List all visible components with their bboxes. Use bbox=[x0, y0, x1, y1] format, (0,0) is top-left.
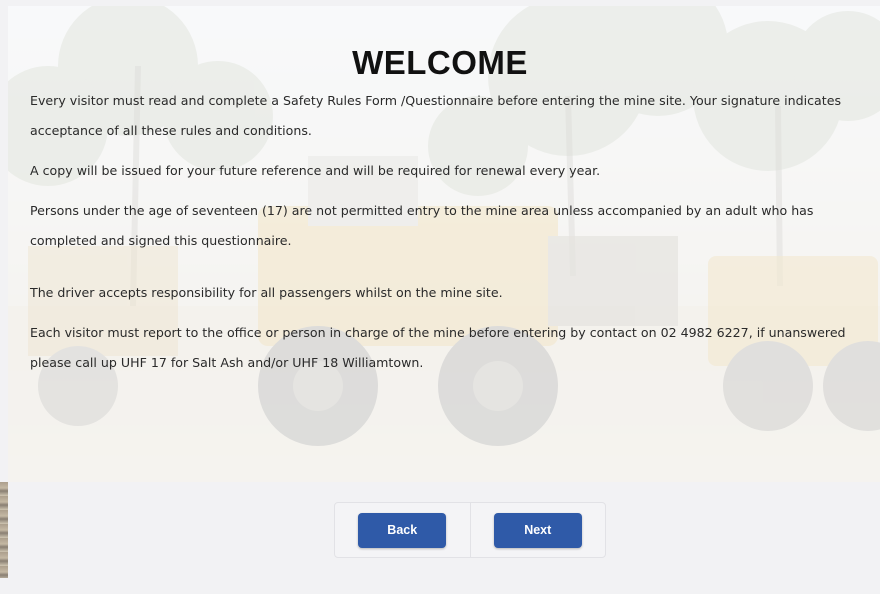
paragraph-driver-responsibility: The driver accepts responsibility for al… bbox=[30, 285, 503, 300]
paragraph-safety-form: Every visitor must read and complete a S… bbox=[30, 93, 842, 138]
navigation-button-group: Back Next bbox=[334, 502, 606, 558]
navigation-footer: Back Next bbox=[8, 482, 880, 594]
back-button-cell: Back bbox=[335, 503, 470, 557]
paragraph-age-restriction: Persons under the age of seventeen (17) … bbox=[30, 203, 814, 248]
paragraph-contact-info: Each visitor must report to the office o… bbox=[30, 325, 846, 370]
next-button[interactable]: Next bbox=[493, 512, 582, 548]
back-button[interactable]: Back bbox=[358, 512, 447, 548]
welcome-page: WELCOME Every visitor must read and comp… bbox=[0, 0, 880, 594]
next-button-cell: Next bbox=[469, 503, 606, 557]
paragraph-copy-renewal: A copy will be issued for your future re… bbox=[30, 163, 601, 178]
welcome-content: Every visitor must read and complete a S… bbox=[30, 86, 870, 388]
page-title: WELCOME bbox=[352, 44, 528, 82]
